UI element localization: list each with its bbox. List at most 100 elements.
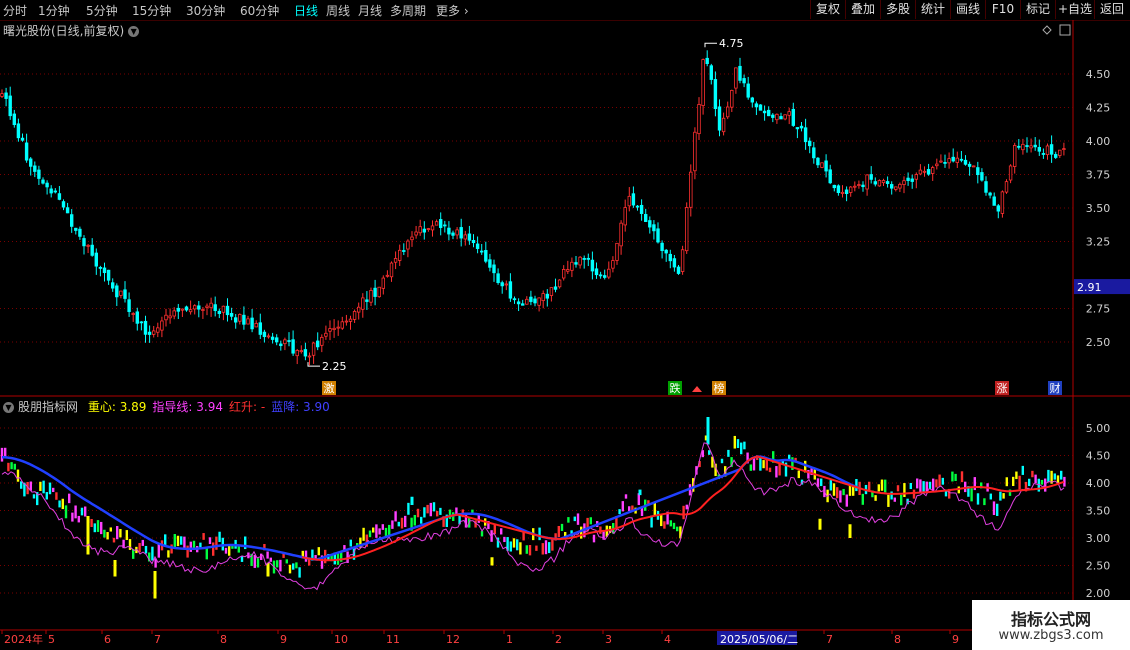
indicator-bar xyxy=(1021,465,1024,475)
indicator-bar xyxy=(372,527,375,533)
candle-body xyxy=(939,160,943,163)
main-chart-title: 曙光股份(日线,前复权) ▼ xyxy=(3,22,140,39)
candle-body xyxy=(910,178,914,182)
indicator-bar xyxy=(615,516,618,528)
chevron-down-icon[interactable]: ▼ xyxy=(128,26,140,37)
candle-body xyxy=(873,181,877,185)
indicator-bar xyxy=(980,482,983,489)
indicator-bar xyxy=(375,524,378,538)
candle-body xyxy=(82,238,86,247)
indicator-bar xyxy=(1056,475,1060,485)
kline-chart[interactable]: 4.50 4.25 4.00 3.75 3.50 3.25 2.75 2.50 2.91 5.00… xyxy=(0,0,1130,650)
chevron-down-icon[interactable]: ▼ xyxy=(3,402,14,413)
period-tab-5min[interactable]: 5分钟 xyxy=(86,2,118,19)
candle-body xyxy=(611,260,615,269)
indicator-bar xyxy=(80,507,84,516)
indicator-bar xyxy=(509,541,512,552)
back-button[interactable]: 返回 xyxy=(1094,0,1129,19)
overlay-button[interactable]: 叠加 xyxy=(845,0,880,19)
period-tab-30min[interactable]: 30分钟 xyxy=(186,2,225,19)
candle-body xyxy=(869,174,873,180)
indicator-bar xyxy=(909,482,912,490)
indicator-bar xyxy=(823,485,826,498)
stats-button[interactable]: 统计 xyxy=(915,0,950,19)
candle-body xyxy=(508,281,513,299)
indicator-bar xyxy=(13,463,16,470)
indicator-bar xyxy=(74,505,77,519)
indicator-bar xyxy=(887,494,890,507)
period-tab-more[interactable]: 更多 › xyxy=(436,2,469,19)
indicator-bar xyxy=(775,466,778,478)
candle-body xyxy=(664,249,668,254)
indicator-bar xyxy=(381,524,384,530)
period-tab-multi[interactable]: 多周期 xyxy=(390,2,426,19)
candle-body xyxy=(648,220,652,228)
indicator-bar xyxy=(388,524,391,536)
indicator-bar xyxy=(500,528,503,535)
indicator-bar xyxy=(484,518,487,526)
add-watchlist-button[interactable]: +自选 xyxy=(1055,0,1094,19)
indicator-spike xyxy=(113,560,117,577)
indicator-bar xyxy=(804,460,807,473)
indicator-bar xyxy=(349,539,352,547)
time-axis-label: 7 xyxy=(154,633,161,646)
candle-body xyxy=(229,313,234,317)
period-tab-fenshi[interactable]: 分时 xyxy=(3,2,27,19)
indicator-bar xyxy=(90,518,93,528)
indicator-bar xyxy=(525,545,528,554)
indicator-bar xyxy=(23,482,26,497)
candle-body xyxy=(566,269,570,272)
candle-body xyxy=(668,253,672,262)
candle-body xyxy=(865,174,869,190)
indicator-bar xyxy=(400,517,404,529)
indicator-bar xyxy=(87,518,90,524)
candle-body xyxy=(672,258,677,268)
indicator-bar xyxy=(858,481,861,496)
period-tab-monthly[interactable]: 月线 xyxy=(358,2,382,19)
candle-body xyxy=(836,185,841,193)
candle-body xyxy=(537,297,541,306)
candle-body xyxy=(336,326,340,329)
candle-body xyxy=(1000,191,1005,214)
indicator-bar xyxy=(29,481,32,491)
indicator-bar xyxy=(1047,469,1050,483)
candle-body xyxy=(393,258,398,263)
period-tab-daily[interactable]: 日线 xyxy=(294,2,318,19)
time-axis-label: 5 xyxy=(48,633,55,646)
main-price-tick: 2.50 xyxy=(1086,336,1111,349)
candle-body xyxy=(795,127,800,130)
indicator-bar xyxy=(432,502,436,512)
more-label: 更多 xyxy=(436,4,461,18)
indicator-bar xyxy=(676,526,679,532)
indicator-bar xyxy=(816,478,820,487)
candle-body xyxy=(258,322,262,335)
indicator-bar xyxy=(743,441,746,450)
candle-body xyxy=(570,261,574,271)
indicator-bar xyxy=(618,509,621,515)
fuquan-button[interactable]: 复权 xyxy=(810,0,845,19)
mark-button[interactable]: 标记 xyxy=(1020,0,1055,19)
indicator-name: 股朋指标网 xyxy=(18,400,79,414)
indicator-bar xyxy=(925,481,928,494)
f10-button[interactable]: F10 xyxy=(985,0,1020,19)
draw-line-button[interactable]: 画线 xyxy=(950,0,985,19)
indicator-bar xyxy=(1044,478,1047,492)
indicator-bar xyxy=(778,462,781,476)
period-tab-60min[interactable]: 60分钟 xyxy=(240,2,279,19)
indicator-spike xyxy=(266,562,270,577)
candle-body xyxy=(299,350,303,353)
indicator-bar xyxy=(39,481,42,492)
current-price-label: 2.91 xyxy=(1077,281,1102,294)
indicator-bar xyxy=(573,516,576,522)
multi-stock-button[interactable]: 多股 xyxy=(880,0,915,19)
candle-body xyxy=(418,226,422,234)
indicator-bar xyxy=(154,558,157,568)
indicator-bar xyxy=(944,489,948,497)
indicator-bar xyxy=(68,493,71,504)
period-tab-1min[interactable]: 1分钟 xyxy=(38,2,70,19)
candle-body xyxy=(590,259,595,272)
indicator-bar xyxy=(496,537,500,548)
time-axis-label: 10 xyxy=(334,633,348,646)
period-tab-weekly[interactable]: 周线 xyxy=(326,2,350,19)
period-tab-15min[interactable]: 15分钟 xyxy=(132,2,171,19)
